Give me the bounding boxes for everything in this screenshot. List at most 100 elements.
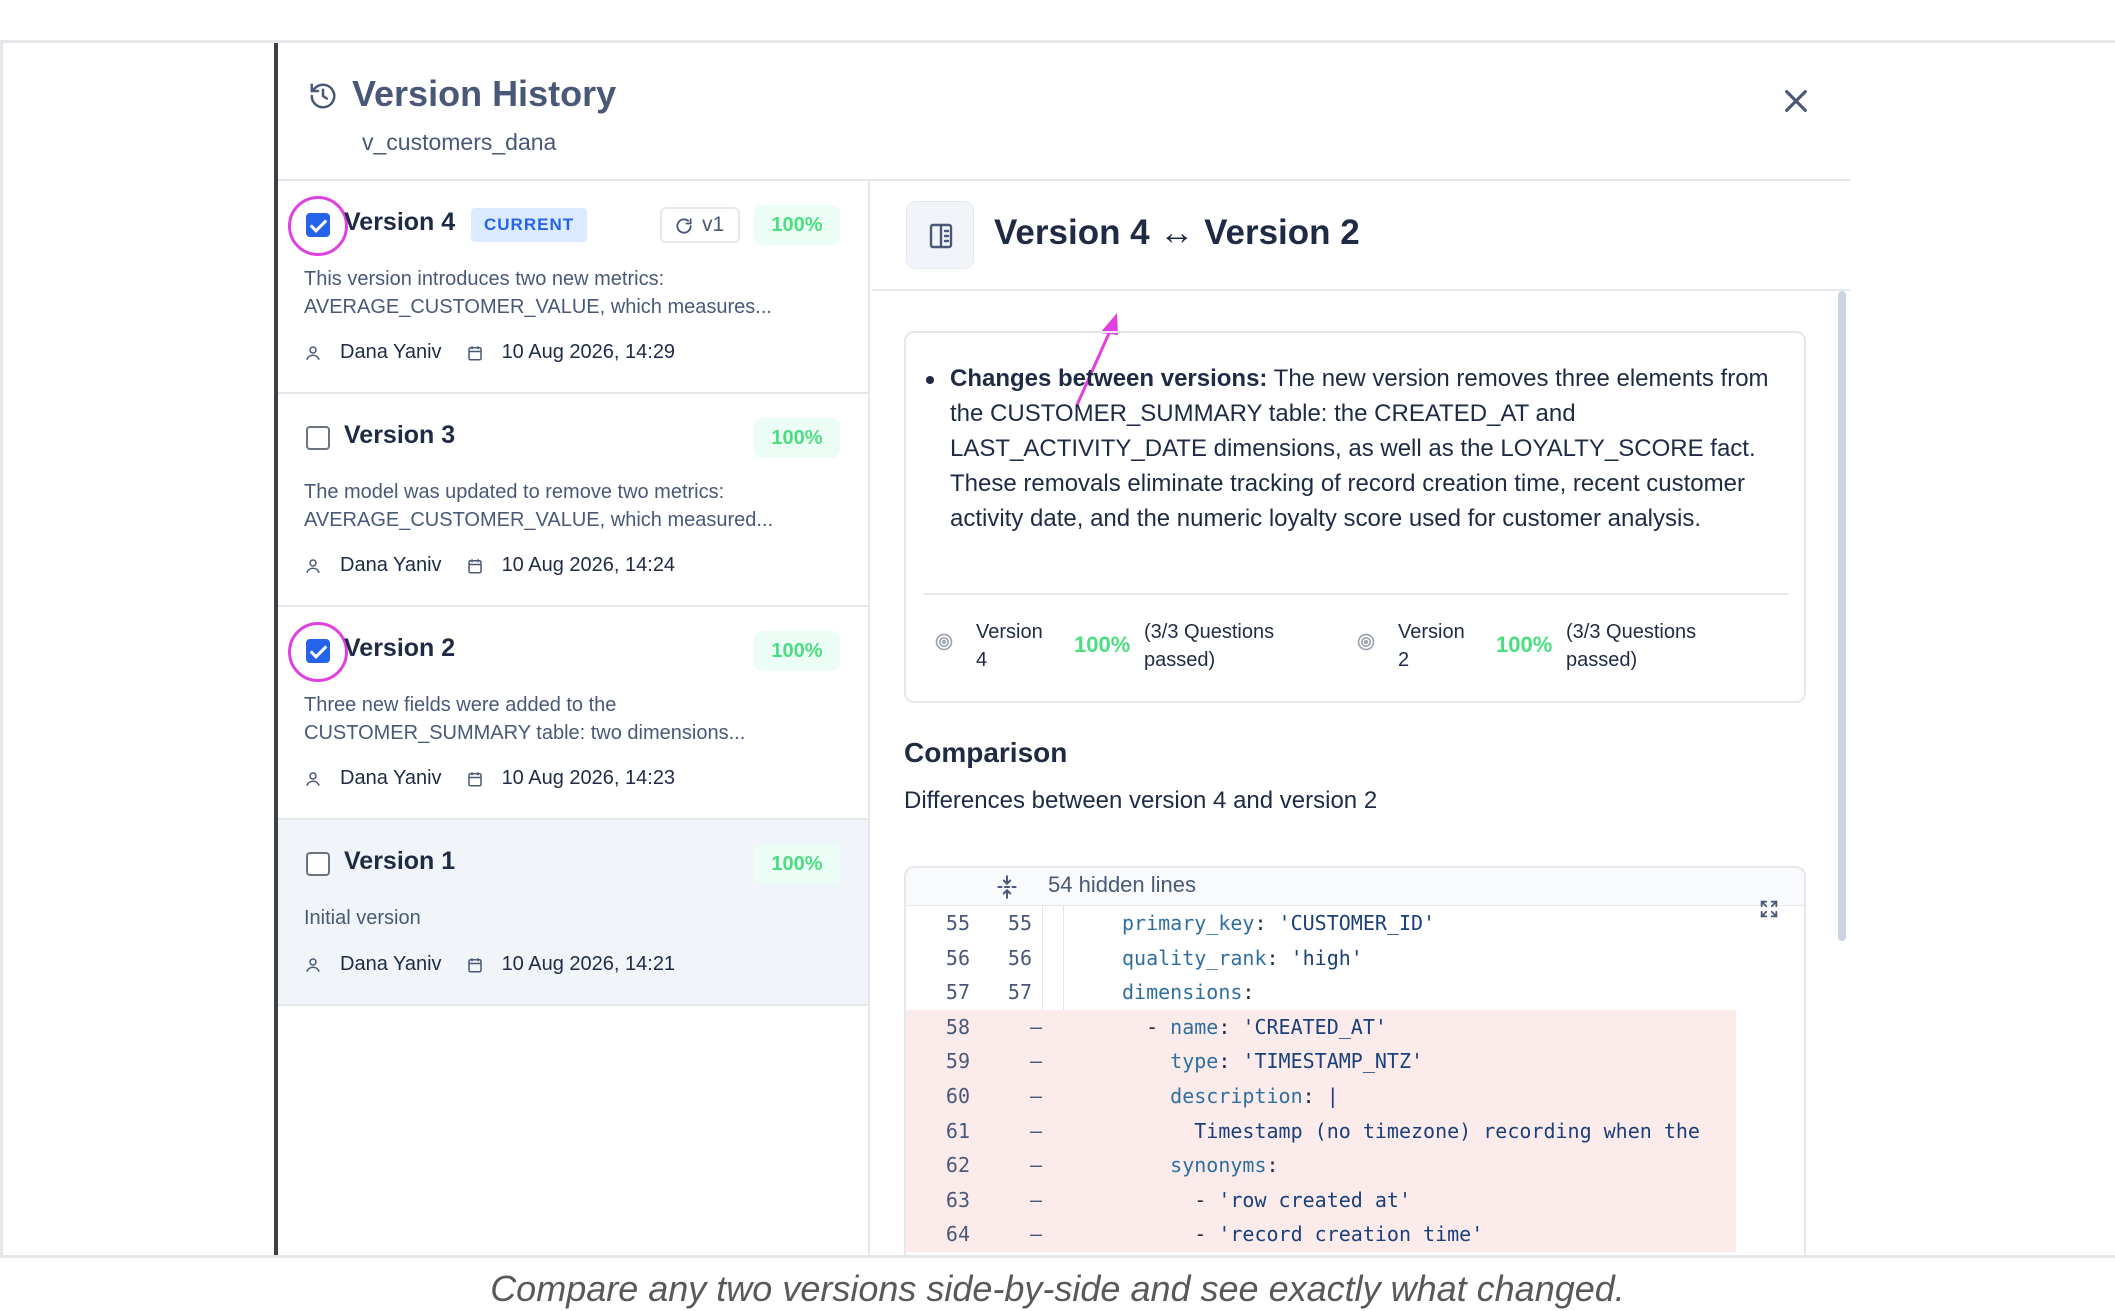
change-summary-card: Changes between versions: The new versio… — [904, 331, 1806, 703]
code-key: quality_rank — [1122, 945, 1267, 970]
code-key: synonyms — [1170, 1153, 1267, 1178]
version-item-4[interactable]: Version 4 CURRENT v1 100% This version i… — [278, 181, 868, 394]
diff-viewer: 54 hidden lines 55 55 primary_key: 'CUSTOM… — [904, 866, 1806, 1255]
version-1-checkbox[interactable] — [306, 852, 330, 876]
model-name: v_customers_dana — [362, 129, 557, 155]
user-icon — [306, 771, 320, 786]
indent-guides — [1042, 940, 1082, 976]
dialog-header: Version History v_customers_dana — [278, 43, 1850, 181]
author: Dana Yaniv — [340, 341, 442, 363]
line-number-old: 60 — [945, 1083, 970, 1108]
diff-marker: — — [1030, 1153, 1043, 1178]
code-text: type: 'TIMESTAMP_NTZ' — [1122, 1044, 1423, 1079]
comparison-heading: Comparison — [904, 737, 1068, 768]
version-description: This version introduces two new metrics:… — [304, 268, 772, 318]
user-icon — [306, 558, 320, 573]
line-number-new: 56 — [1007, 945, 1032, 970]
line-number-old: 55 — [945, 911, 970, 935]
screenshot-frame: Version History v_customers_dana Version… — [0, 40, 2115, 1258]
version-name: Version 4 — [344, 208, 456, 236]
timestamp: 10 Aug 2026, 14:29 — [501, 341, 676, 363]
code-value: 'row created at' — [1218, 1187, 1411, 1212]
version-meta: Dana Yaniv 10 Aug 2026, 14:23 — [304, 764, 675, 792]
code-text: - 'row created at' — [1122, 1183, 1411, 1218]
author: Dana Yaniv — [340, 554, 442, 576]
divider — [924, 593, 1788, 595]
code-value: | — [1326, 1083, 1339, 1108]
diff-marker: — — [1030, 1187, 1043, 1212]
line-number-old: 56 — [945, 945, 970, 970]
hidden-lines-row[interactable]: 54 hidden lines — [906, 868, 1804, 906]
code-text: description: | — [1122, 1079, 1339, 1114]
code-text: synonyms: — [1122, 1148, 1291, 1183]
timestamp: 10 Aug 2026, 14:23 — [501, 767, 676, 789]
version-2-checkbox[interactable] — [306, 639, 330, 663]
code-key: dimensions — [1122, 980, 1243, 1005]
diff-marker: — — [1030, 1049, 1043, 1074]
line-number-old: 59 — [945, 1049, 970, 1074]
diff-line-deleted: 58 — - name: 'CREATED_AT' — [906, 1009, 1736, 1045]
code-value: 'high' — [1290, 945, 1363, 970]
version-name: Version 1 — [344, 847, 456, 875]
diff-marker: — — [1030, 1083, 1043, 1108]
code-text: Timestamp (no timezone) recording when t… — [1122, 1114, 1700, 1149]
expand-icon[interactable] — [1758, 898, 1780, 920]
version-name: Version 3 — [344, 421, 456, 449]
unfold-icon[interactable] — [994, 874, 1020, 900]
code-colon: : — [1218, 1049, 1243, 1074]
indent-guides — [1042, 906, 1082, 941]
comparison-subtitle: Differences between version 4 and versio… — [904, 787, 1378, 814]
version-meta: Dana Yaniv 10 Aug 2026, 14:24 — [304, 551, 675, 579]
stat-version-label: Version 4 — [976, 621, 1043, 671]
author: Dana Yaniv — [340, 767, 442, 789]
history-icon — [310, 83, 336, 109]
dialog-title: Version History — [352, 73, 617, 114]
code-key: description — [1170, 1083, 1303, 1108]
diff-line-deleted: 60 — description: | — [906, 1078, 1736, 1114]
code-colon: : — [1266, 1153, 1291, 1178]
diff-line-deleted: 61 — Timestamp (no timezone) recording wh… — [906, 1113, 1736, 1149]
version-item-1[interactable]: Version 1 100% Initial version Dana Yani… — [278, 820, 868, 1006]
comparison-title: Version 4 ↔ Version 2 — [994, 213, 1360, 252]
code-indent: - — [1122, 1222, 1219, 1247]
code-value: Timestamp (no timezone) recording when t… — [1194, 1118, 1700, 1143]
line-number-old: 62 — [945, 1153, 970, 1178]
target-icon — [935, 633, 953, 651]
code-text: primary_key: 'CUSTOMER_ID' — [1122, 906, 1435, 941]
line-number-old: 63 — [945, 1187, 970, 1212]
scrollbar[interactable] — [1838, 291, 1846, 941]
restore-button[interactable]: v1 — [660, 207, 740, 243]
diff-code: 55 55 primary_key: 'CUSTOMER_ID' 56 56 qualit… — [906, 906, 1736, 1252]
code-key: type — [1170, 1049, 1219, 1074]
stat-questions: (3/3 Questions passed) — [1566, 621, 1697, 671]
version-item-3[interactable]: Version 3 100% The model was updated to … — [278, 394, 868, 607]
target-icon — [1357, 633, 1375, 651]
stat-questions: (3/3 Questions passed) — [1144, 621, 1275, 671]
stat-version-label: Version 2 — [1398, 621, 1465, 671]
version-list: Version 4 CURRENT v1 100% This version i… — [278, 181, 870, 1255]
version-3-checkbox[interactable] — [306, 426, 330, 450]
version-4-checkbox[interactable] — [306, 213, 330, 237]
score-badge: 100% — [754, 844, 840, 884]
code-colon: : — [1266, 945, 1291, 970]
line-number-old: 57 — [945, 980, 970, 1005]
code-value: 'CREATED_AT' — [1242, 1014, 1387, 1039]
caption: Compare any two versions side-by-side an… — [490, 1268, 1625, 1309]
user-icon — [306, 957, 320, 972]
diff-marker: — — [1030, 1014, 1043, 1039]
code-value: 'record creation time' — [1218, 1222, 1484, 1247]
version-item-2[interactable]: Version 2 100% Three new fields were add… — [278, 607, 868, 820]
calendar-icon — [467, 558, 482, 574]
code-key: name — [1170, 1014, 1219, 1039]
line-number-new: 55 — [1007, 911, 1032, 935]
score-badge: 100% — [754, 631, 840, 671]
code-indent: - — [1122, 1187, 1219, 1212]
user-icon — [306, 345, 320, 360]
diff-marker: — — [1030, 1118, 1043, 1143]
version-meta: Dana Yaniv 10 Aug 2026, 14:21 — [304, 950, 675, 978]
timestamp: 10 Aug 2026, 14:24 — [501, 554, 676, 576]
calendar-icon — [467, 771, 482, 787]
close-icon[interactable] — [1780, 85, 1812, 117]
